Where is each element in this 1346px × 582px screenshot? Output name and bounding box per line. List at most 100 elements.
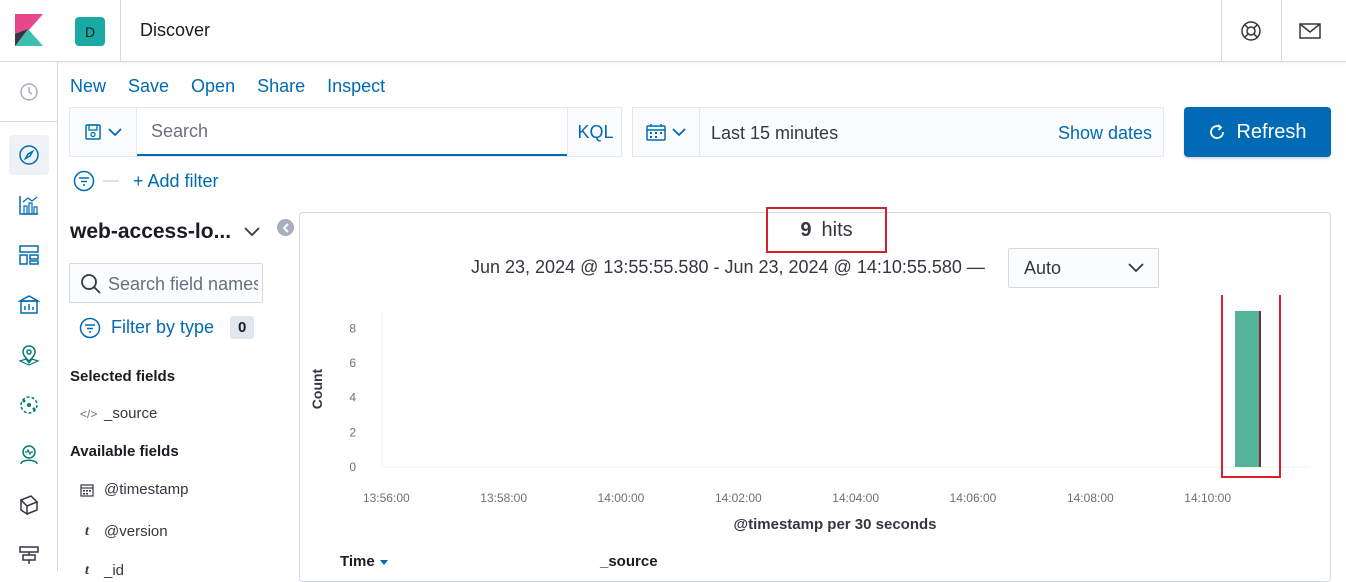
hits-counter: 9 hits [766,207,887,253]
clock-icon [20,83,38,101]
y-tick-label: 8 [349,321,356,335]
nav-uptime[interactable] [9,435,49,475]
field-item[interactable]: @timestamp [80,481,188,498]
inspect-button[interactable]: Inspect [327,76,385,97]
date-range-text[interactable]: Last 15 minutes [711,123,838,144]
app-title: Discover [140,20,211,40]
search-icon [81,274,101,294]
newsfeed-mail-icon[interactable] [1299,21,1321,41]
field-name: @timestamp [104,481,189,498]
calendar-icon [80,483,94,497]
chevron-left-icon [282,222,289,233]
open-button[interactable]: Open [191,76,235,97]
y-axis-label: Count [309,368,325,409]
hits-label: hits [821,218,853,241]
machine-learning-icon [20,396,38,414]
histogram-bar [1234,311,1261,467]
collapse-sidebar-button[interactable] [277,219,294,236]
nav-visualize[interactable] [9,185,49,225]
nav-maps[interactable] [9,335,49,375]
y-tick-label: 6 [349,356,356,370]
hits-count: 9 [800,218,812,241]
nav-ml[interactable] [9,385,49,425]
filter-count-badge: 0 [230,316,255,339]
chevron-down-icon [672,128,686,137]
column-label: Time [340,553,375,570]
nav-discover[interactable] [9,135,49,175]
kibana-logo-icon[interactable] [15,14,43,46]
add-filter-button[interactable]: + Add filter [133,171,219,192]
divider: — [103,172,119,189]
column-header-time[interactable]: Time [340,553,389,570]
top-nav-menu: New Save Open Share Inspect [70,76,385,97]
filter-icon[interactable] [73,170,95,192]
column-header-source[interactable]: _source [600,553,658,570]
field-item[interactable]: </> _source [80,405,157,422]
x-tick-label: 13:56:00 [363,491,410,505]
field-name: @version [104,523,168,540]
y-tick-label: 4 [349,391,356,405]
calendar-icon [646,124,666,141]
side-navigation [0,62,58,571]
selected-fields-heading: Selected fields [70,368,176,385]
chevron-down-icon[interactable] [244,225,260,237]
quick-menu-button[interactable] [633,108,700,156]
available-fields-heading: Available fields [70,443,179,460]
refresh-label: Refresh [1236,120,1307,143]
divider [1221,0,1222,62]
top-header: D Discover [0,0,1346,62]
x-tick-label: 14:04:00 [832,491,879,505]
stack-management-icon [19,546,39,564]
search-input[interactable] [137,108,567,156]
nav-canvas[interactable] [9,285,49,325]
chevron-down-icon [1128,263,1144,273]
x-tick-label: 14:00:00 [598,491,645,505]
refresh-icon [1210,124,1225,139]
filter-icon [79,317,101,338]
x-tick-label: 14:02:00 [715,491,762,505]
index-pattern-selector[interactable]: web-access-lo... [70,220,231,244]
interval-select[interactable]: Auto [1008,248,1159,288]
y-tick-label: 2 [349,425,356,439]
code-icon: </> [80,406,98,421]
x-tick-label: 14:06:00 [950,491,997,505]
space-avatar[interactable]: D [75,17,105,46]
query-language-toggle[interactable]: KQL [567,108,623,156]
divider [1281,0,1282,62]
filter-by-type-label: Filter by type [111,317,215,337]
save-button[interactable]: Save [128,76,169,97]
x-tick-label: 13:58:00 [480,491,527,505]
refresh-button[interactable]: Refresh [1184,107,1331,157]
interval-value: Auto [1024,257,1062,278]
sort-down-icon [379,560,388,565]
field-search-input[interactable] [108,272,258,296]
divider [120,0,121,62]
security-icon [19,495,39,516]
save-disk-icon [85,124,101,140]
divider [0,121,58,122]
dashboard-icon [19,245,39,265]
time-range-text: Jun 23, 2024 @ 13:55:55.580 - Jun 23, 20… [471,257,985,277]
observability-icon [20,445,38,465]
date-picker: Last 15 minutes Show dates [632,107,1164,157]
histogram-chart: 0 2 4 6 8 13:56:00 13:58:00 14:00:00 14:02:00 14:… [309,295,1310,533]
field-name: _source [104,405,158,422]
filter-by-type-button[interactable]: Filter by type 0 [79,316,255,339]
filter-bar: — + Add filter [73,170,219,192]
visualize-chart-icon [19,196,38,215]
maps-pin-icon [18,345,40,366]
nav-siem[interactable] [9,485,49,525]
field-item[interactable]: t @version [80,523,168,540]
help-lifebuoy-icon[interactable] [1240,20,1262,42]
canvas-icon [18,295,40,314]
saved-query-button[interactable] [70,108,137,156]
show-dates-button[interactable]: Show dates [1058,123,1152,144]
nav-recent[interactable] [9,72,49,112]
x-tick-label: 14:08:00 [1067,491,1114,505]
nav-dashboard[interactable] [9,235,49,275]
compass-icon [19,145,39,165]
field-search [69,263,263,303]
share-button[interactable]: Share [257,76,305,97]
new-button[interactable]: New [70,76,106,97]
nav-management[interactable] [9,535,49,575]
